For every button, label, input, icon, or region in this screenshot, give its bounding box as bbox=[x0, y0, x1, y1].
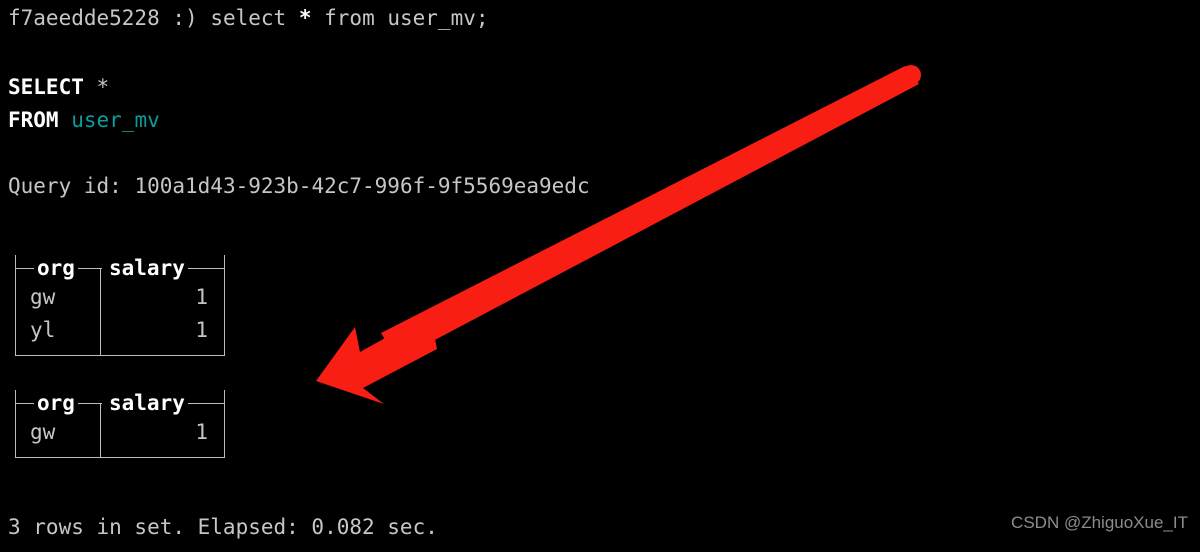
table-row: yl 1 bbox=[16, 314, 224, 347]
arrow-head bbox=[316, 313, 437, 404]
prompt-spacer bbox=[160, 6, 173, 30]
sql-keyword-select: SELECT bbox=[8, 75, 84, 99]
prompt-host: f7aeedde5228 bbox=[8, 6, 160, 30]
echoed-select-line: SELECT * bbox=[8, 71, 109, 104]
table-1-r0-org: gw bbox=[30, 285, 56, 309]
result-stats-line: 3 rows in set. Elapsed: 0.082 sec. bbox=[8, 515, 438, 539]
arrow-tail-cap bbox=[901, 65, 921, 85]
query-id-value: 100a1d43-923b-42c7-996f-9f5569ea9edc bbox=[134, 174, 590, 198]
table-1-rule-a bbox=[16, 268, 34, 269]
typed-command-star: * bbox=[298, 6, 312, 30]
table-1-col-org: org bbox=[34, 255, 78, 281]
table-2-col-org: org bbox=[34, 390, 78, 416]
table-1-header-row: org salary bbox=[16, 255, 224, 281]
watermark-text: CSDN @ZhiguoXue_IT bbox=[1011, 513, 1188, 532]
table-1-col-salary: salary bbox=[106, 255, 188, 281]
prompt-symbol: :) bbox=[172, 6, 198, 30]
echoed-from-line: FROM user_mv bbox=[8, 104, 160, 137]
query-id-label: Query id: bbox=[8, 174, 135, 198]
echoed-space-2 bbox=[59, 108, 72, 132]
table-row: gw 1 bbox=[16, 281, 224, 314]
arrow-shaft bbox=[381, 66, 919, 360]
terminal-window: f7aeedde5228 :) select * from user_mv; S… bbox=[0, 0, 1200, 552]
typed-command-pre: select bbox=[210, 6, 299, 30]
table-2-header-row: org salary bbox=[16, 390, 224, 416]
table-1-r1-salary: 1 bbox=[195, 318, 208, 342]
echoed-space-1 bbox=[84, 75, 97, 99]
prompt-line: f7aeedde5228 :) select * from user_mv; bbox=[8, 2, 489, 35]
query-id-line: Query id: 100a1d43-923b-42c7-996f-9f5569… bbox=[8, 170, 590, 203]
typed-command-post: from user_mv; bbox=[311, 6, 489, 30]
table-2-rule-a bbox=[16, 403, 34, 404]
sql-select-star: * bbox=[96, 75, 110, 99]
table-2-col-salary: salary bbox=[106, 390, 188, 416]
result-table-2: org salary gw 1 bbox=[15, 390, 225, 458]
table-row: gw 1 bbox=[16, 416, 224, 449]
sql-table-identifier: user_mv bbox=[71, 108, 160, 132]
prompt-spacer-2 bbox=[198, 6, 211, 30]
table-1-r0-salary: 1 bbox=[195, 285, 208, 309]
table-1-r1-org: yl bbox=[30, 318, 56, 342]
sql-keyword-from: FROM bbox=[8, 108, 59, 132]
result-table-1: org salary gw 1 yl 1 bbox=[15, 255, 225, 356]
table-2-r0-org: gw bbox=[30, 420, 56, 444]
table-2-r0-salary: 1 bbox=[195, 420, 208, 444]
